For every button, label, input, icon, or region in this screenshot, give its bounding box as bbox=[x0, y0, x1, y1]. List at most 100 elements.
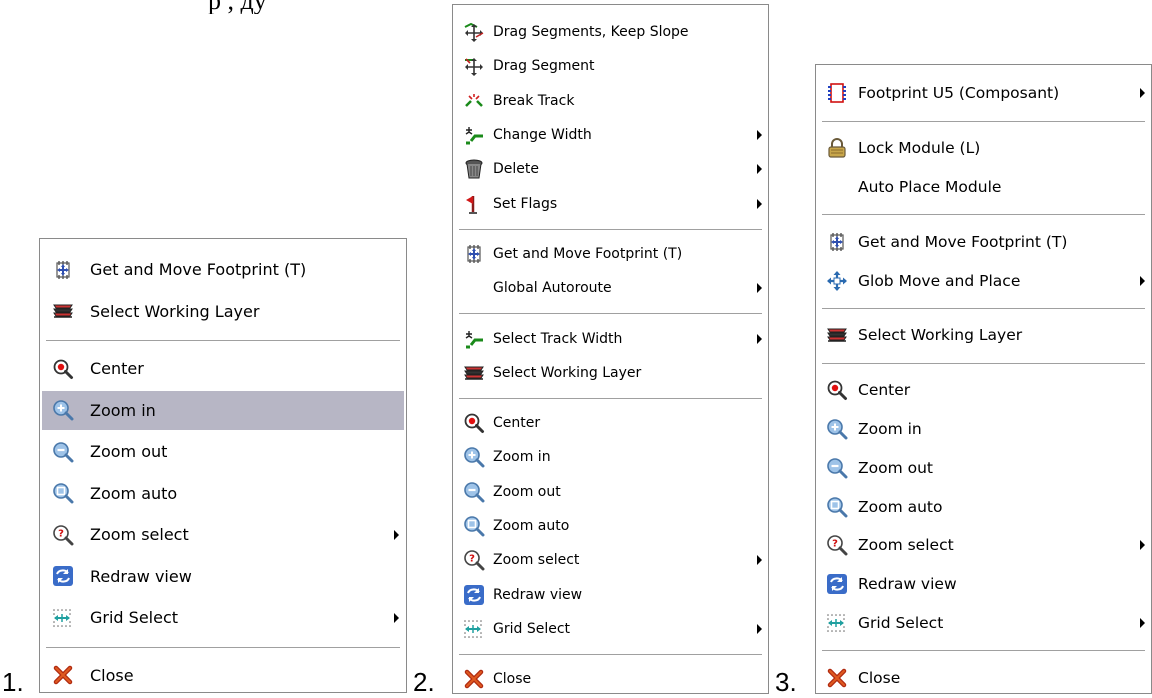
menu-item-label: Center bbox=[858, 381, 911, 400]
menu-item-redraw-view[interactable]: Redraw view bbox=[455, 579, 766, 611]
menu-item-get-and-move-footprint-t[interactable]: Get and Move Footprint (T) bbox=[455, 238, 766, 270]
menu-item-center[interactable]: Center bbox=[42, 349, 404, 389]
menu-item-center[interactable]: Center bbox=[455, 407, 766, 439]
menu-item-label: Select Working Layer bbox=[493, 364, 642, 381]
menu-item-label: Zoom auto bbox=[493, 518, 570, 535]
menu-item-close[interactable]: Close bbox=[818, 659, 1149, 693]
menu-item-select-working-layer[interactable]: Select Working Layer bbox=[818, 317, 1149, 354]
menu-item-label: Redraw view bbox=[858, 575, 957, 594]
menu-item-redraw-view[interactable]: Redraw view bbox=[42, 557, 404, 597]
menu-item-grid-select[interactable]: Grid Select bbox=[42, 598, 404, 638]
menu-separator bbox=[459, 654, 762, 657]
menu-item-label: Global Autoroute bbox=[493, 280, 612, 297]
zoom-select-icon: ? bbox=[826, 534, 848, 556]
menu-separator bbox=[459, 228, 762, 231]
menu-item-grid-select[interactable]: Grid Select bbox=[818, 605, 1149, 642]
menu-separator bbox=[822, 650, 1145, 653]
zoom-out-icon bbox=[463, 481, 485, 503]
menu-item-close[interactable]: Close bbox=[455, 663, 766, 693]
menu-item-label: Grid Select bbox=[858, 613, 944, 632]
footprint-icon bbox=[826, 82, 848, 104]
menu-item-select-track-width[interactable]: Select Track Width bbox=[455, 322, 766, 354]
menu-item-zoom-in[interactable]: Zoom in bbox=[42, 390, 404, 430]
layers-icon bbox=[52, 300, 74, 322]
submenu-arrow-icon bbox=[757, 283, 762, 294]
menu-item-lock-module-l[interactable]: Lock Module (L) bbox=[818, 130, 1149, 167]
menu-item-delete[interactable]: Delete bbox=[455, 153, 766, 185]
menu-item-break-track[interactable]: Break Track bbox=[455, 85, 766, 117]
menu-item-label: Zoom out bbox=[858, 458, 933, 477]
zoom-auto-icon bbox=[463, 515, 485, 537]
close-icon bbox=[463, 668, 485, 690]
submenu-arrow-icon bbox=[757, 130, 762, 141]
menu-item-zoom-out[interactable]: Zoom out bbox=[818, 449, 1149, 486]
footprint-move-icon bbox=[52, 259, 74, 281]
context-menu-1: Get and Move Footprint (T) Select Working… bbox=[39, 238, 407, 693]
trash-icon bbox=[463, 158, 485, 180]
track-width-icon bbox=[463, 124, 485, 146]
menu-item-label: Center bbox=[90, 359, 144, 379]
menu-item-set-flags[interactable]: Set Flags bbox=[455, 188, 766, 220]
footprint-move-icon bbox=[826, 231, 848, 253]
menu-item-select-working-layer[interactable]: Select Working Layer bbox=[455, 357, 766, 389]
menu-item-change-width[interactable]: Change Width bbox=[455, 119, 766, 151]
menu-item-auto-place-module[interactable]: Auto Place Module bbox=[818, 169, 1149, 206]
menu-item-label: Select Track Width bbox=[493, 330, 623, 347]
layers-icon bbox=[463, 362, 485, 384]
menu-item-zoom-auto[interactable]: Zoom auto bbox=[818, 488, 1149, 525]
menu-item-label: Set Flags bbox=[493, 195, 558, 212]
menu-item-global-autoroute[interactable]: Global Autoroute bbox=[455, 272, 766, 304]
submenu-arrow-icon bbox=[1140, 275, 1145, 286]
menu-item-label: Auto Place Module bbox=[858, 177, 1002, 196]
menu-item-zoom-select[interactable]: ? Zoom select bbox=[455, 544, 766, 576]
submenu-arrow-icon bbox=[757, 333, 762, 344]
menu-item-get-and-move-footprint-t[interactable]: Get and Move Footprint (T) bbox=[42, 250, 404, 290]
menu-item-glob-move-and-place[interactable]: Glob Move and Place bbox=[818, 262, 1149, 299]
menu-item-center[interactable]: Center bbox=[818, 372, 1149, 409]
menu-separator bbox=[46, 340, 400, 342]
menu-item-zoom-auto[interactable]: Zoom auto bbox=[455, 510, 766, 542]
drag-segments-icon bbox=[463, 21, 485, 43]
glob-move-icon bbox=[826, 270, 848, 292]
track-width-icon bbox=[463, 328, 485, 350]
menu-item-zoom-out[interactable]: Zoom out bbox=[455, 476, 766, 508]
menu-item-label: Grid Select bbox=[90, 608, 179, 628]
zoom-select-icon: ? bbox=[463, 549, 485, 571]
menu-item-footprint-u5-composant[interactable]: Footprint U5 (Composant) bbox=[818, 75, 1149, 112]
menu-item-label: Change Width bbox=[493, 127, 592, 144]
caption-fragment: р , ду bbox=[208, 0, 448, 14]
redraw-icon bbox=[463, 584, 485, 606]
menu-item-label: Glob Move and Place bbox=[858, 271, 1021, 290]
menu-item-close[interactable]: Close bbox=[42, 656, 404, 693]
menu-item-drag-segments-keep-slope[interactable]: Drag Segments, Keep Slope bbox=[455, 16, 766, 48]
menu-separator bbox=[46, 646, 400, 649]
center-icon bbox=[52, 358, 74, 380]
label-1: 1. bbox=[2, 667, 24, 697]
menu-item-zoom-select[interactable]: ? Zoom select bbox=[42, 515, 404, 555]
menu-item-label: Get and Move Footprint (T) bbox=[858, 232, 1068, 251]
menu-item-grid-select[interactable]: Grid Select bbox=[455, 613, 766, 645]
menu-item-drag-segment[interactable]: Drag Segment bbox=[455, 50, 766, 82]
menu-item-label: Close bbox=[90, 665, 134, 685]
menu-item-redraw-view[interactable]: Redraw view bbox=[818, 566, 1149, 603]
submenu-arrow-icon bbox=[394, 529, 399, 540]
menu-item-get-and-move-footprint-t[interactable]: Get and Move Footprint (T) bbox=[818, 223, 1149, 260]
menu-item-zoom-out[interactable]: Zoom out bbox=[42, 432, 404, 472]
menu-item-zoom-select[interactable]: ? Zoom select bbox=[818, 527, 1149, 564]
menu-item-label: Grid Select bbox=[493, 620, 571, 637]
menu-item-zoom-auto[interactable]: Zoom auto bbox=[42, 474, 404, 514]
menu-item-label: Close bbox=[493, 671, 532, 688]
menu-separator bbox=[459, 398, 762, 400]
menu-item-label: Zoom in bbox=[493, 449, 551, 466]
menu-item-select-working-layer[interactable]: Select Working Layer bbox=[42, 292, 404, 332]
menu-item-zoom-in[interactable]: Zoom in bbox=[455, 441, 766, 473]
zoom-auto-icon bbox=[826, 496, 848, 518]
menu-item-label: Center bbox=[493, 415, 541, 432]
menu-separator bbox=[822, 308, 1145, 310]
zoom-in-icon bbox=[52, 399, 74, 421]
redraw-icon bbox=[826, 573, 848, 595]
menu-item-label: Break Track bbox=[493, 92, 575, 109]
menu-item-label: Zoom out bbox=[493, 483, 561, 500]
menu-item-zoom-in[interactable]: Zoom in bbox=[818, 411, 1149, 448]
menu-item-label: Zoom auto bbox=[90, 483, 178, 503]
